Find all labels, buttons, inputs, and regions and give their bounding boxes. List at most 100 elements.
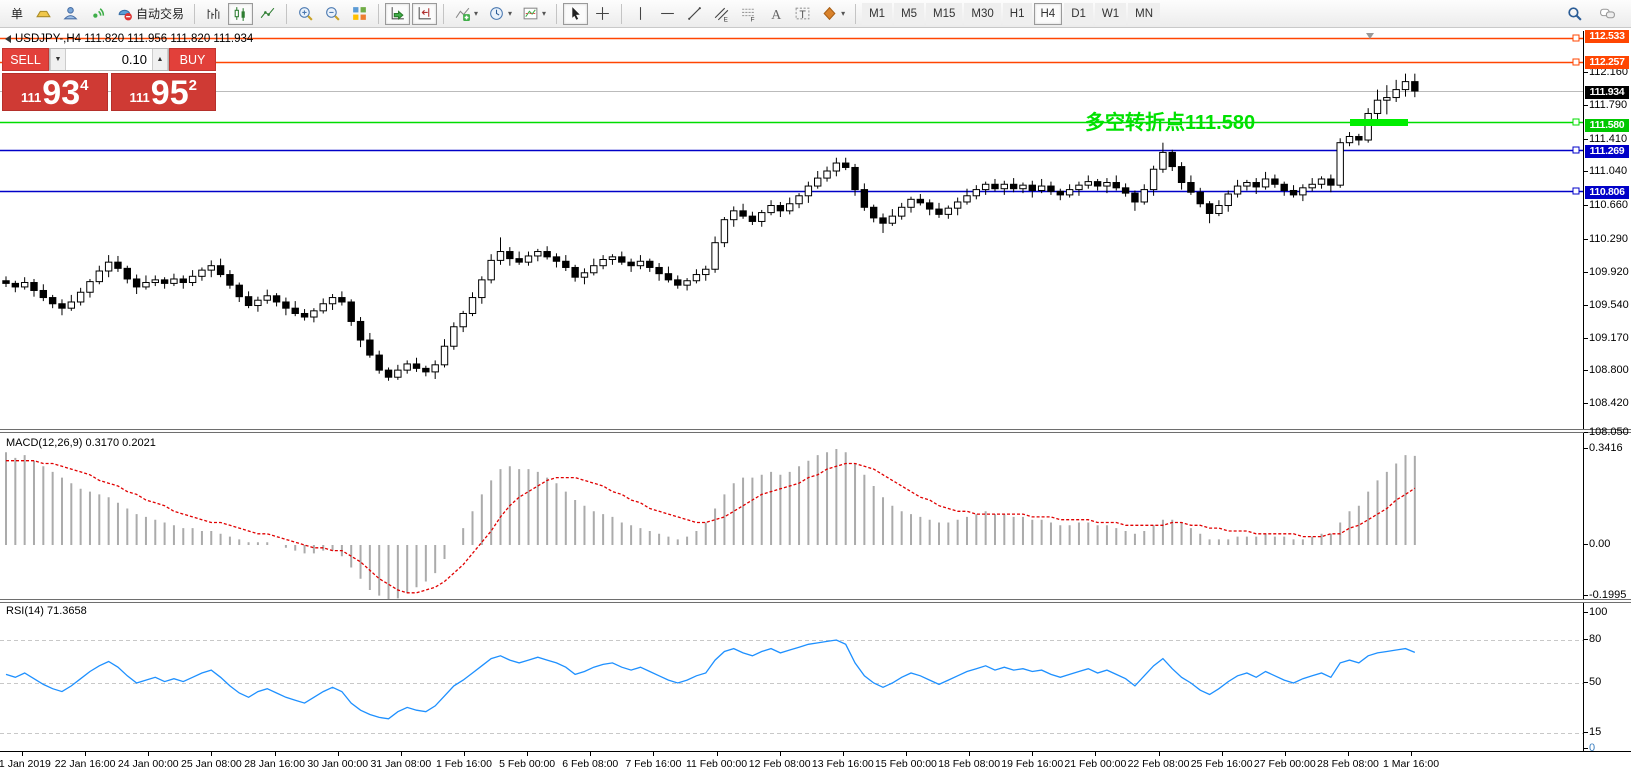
trendline-icon (688, 7, 701, 20)
time-axis-label: 27 Feb 00:00 (1253, 758, 1316, 770)
buy-price-big: 95 (150, 74, 189, 113)
chat-icon[interactable] (1595, 3, 1620, 25)
time-tick (1221, 752, 1223, 756)
autoscroll-icon[interactable] (385, 2, 411, 25)
price-line-badge: 111.934 (1585, 86, 1629, 99)
sell-button[interactable]: SELL (2, 48, 49, 71)
volume-increase-button[interactable]: ▲ (152, 49, 168, 70)
time-tick (527, 752, 529, 756)
line-chart-icon[interactable] (255, 3, 280, 25)
chart-shift-icon (418, 7, 431, 20)
svg-text:F: F (751, 16, 755, 22)
new-order-label[interactable]: 单 (5, 3, 29, 25)
gold-bar-icon[interactable] (31, 3, 56, 25)
signals-icon (93, 8, 105, 18)
timeframe-button-d1[interactable]: D1 (1064, 2, 1093, 25)
line-handle[interactable] (1572, 58, 1580, 66)
timeframe-button-m5[interactable]: M5 (894, 2, 925, 25)
cursor-icon[interactable] (563, 2, 589, 25)
macd-panel[interactable] (0, 433, 1584, 599)
channel-icon[interactable]: E (709, 3, 734, 25)
price-chart[interactable] (0, 31, 1584, 429)
sell-price-big: 93 (42, 74, 81, 113)
time-axis-label: 28 Jan 16:00 (244, 758, 305, 770)
line-handle[interactable] (1572, 34, 1580, 42)
line-handle[interactable] (1572, 187, 1580, 195)
time-axis-label: 21 Jan 2019 (0, 758, 51, 770)
timeframe-button-m15[interactable]: M15 (926, 2, 963, 25)
macd-signal-line (6, 460, 1416, 594)
toolbar-item-label: 自动交易 (136, 7, 185, 21)
volume-decrease-button[interactable]: ▼ (50, 49, 66, 70)
time-tick (211, 752, 213, 756)
time-tick (1347, 752, 1349, 756)
tile-windows-icon[interactable] (347, 3, 372, 25)
zoom-out-icon (326, 7, 340, 21)
pivot-line-segment[interactable] (1350, 118, 1408, 126)
hline-icon[interactable] (655, 3, 680, 25)
bars-chart-icon[interactable] (201, 3, 226, 25)
crosshair-icon[interactable] (590, 3, 615, 25)
axis-label: 110.290 (1584, 233, 1628, 245)
macd-histogram (5, 449, 1416, 599)
candles-chart-icon[interactable] (228, 2, 254, 25)
zoom-in-icon[interactable] (293, 3, 318, 25)
accounts-icon[interactable] (58, 3, 83, 25)
autoscroll-icon (391, 7, 404, 20)
time-tick (590, 752, 592, 756)
rsi-label: RSI(14) 71.3658 (6, 605, 87, 617)
svg-text:T: T (799, 9, 806, 21)
gold-bar-icon (36, 10, 51, 18)
arrows-icon (823, 6, 836, 21)
line-handle[interactable] (1572, 118, 1580, 126)
fibo-icon[interactable]: F (736, 3, 761, 25)
one-click-trading-panel[interactable]: SELL ▼ ▲ BUY 111 93 4 111 95 2 (2, 48, 216, 111)
buy-button[interactable]: BUY (169, 48, 216, 71)
svg-text:E: E (724, 16, 728, 22)
chevron-down-icon: ▾ (542, 8, 547, 18)
pivot-annotation[interactable]: 多空转折点111.580 (1085, 106, 1255, 135)
templates-icon[interactable]: ▾ (518, 3, 550, 25)
toolbar-separator (286, 3, 288, 24)
timeframe-button-mn[interactable]: MN (1128, 2, 1161, 25)
indicators-icon[interactable]: ▾ (450, 3, 482, 25)
line-handle[interactable] (1572, 146, 1580, 154)
buy-price-display[interactable]: 111 95 2 (110, 73, 216, 113)
timeframe-button-m1[interactable]: M1 (862, 2, 893, 25)
axis-label: -0.1995 (1583, 589, 1627, 601)
volume-stepper[interactable]: ▼ ▲ (49, 48, 169, 71)
time-axis[interactable]: 21 Jan 201922 Jan 16:0024 Jan 00:0025 Ja… (0, 751, 1631, 776)
toolbar-item-label: 单 (10, 7, 23, 21)
periods-icon[interactable]: ▾ (484, 3, 516, 25)
price-line-badge: 112.533 (1585, 30, 1629, 43)
zoom-out-icon[interactable] (320, 3, 345, 25)
chart-shift-icon[interactable] (412, 2, 438, 25)
arrows-icon[interactable]: ▾ (817, 3, 849, 25)
label-icon[interactable]: T (790, 3, 815, 25)
volume-input[interactable] (66, 49, 152, 70)
price-line-badge: 111.580 (1585, 119, 1629, 132)
autotrading-button[interactable]: 自动交易 (112, 3, 188, 25)
timeframe-button-h1[interactable]: H1 (1002, 2, 1032, 25)
timeframe-button-h4[interactable]: H4 (1033, 2, 1063, 25)
chevron-down-icon: ▾ (841, 8, 846, 18)
signals-icon[interactable] (85, 3, 110, 25)
time-axis-label: 1 Mar 16:00 (1383, 758, 1440, 770)
time-axis-label: 31 Jan 08:00 (370, 758, 432, 770)
rsi-panel[interactable] (0, 603, 1584, 751)
timeframe-button-m30[interactable]: M30 (964, 2, 1001, 25)
time-tick (274, 752, 276, 756)
timeframe-button-w1[interactable]: W1 (1094, 2, 1127, 25)
cursor-icon (572, 7, 580, 20)
time-tick (1284, 752, 1286, 756)
toolbar-separator (855, 3, 857, 24)
text-icon[interactable]: A (763, 3, 788, 25)
vline-icon[interactable] (628, 3, 653, 25)
search-icon[interactable] (1562, 3, 1587, 25)
trendline-icon[interactable] (682, 3, 707, 25)
line-chart-icon (260, 7, 275, 19)
chart-window[interactable]: USDJPY-,H4 111.820 111.956 111.820 111.9… (0, 28, 1631, 776)
sell-price-display[interactable]: 111 93 4 (2, 73, 108, 111)
time-axis-label: 11 Feb 00:00 (685, 758, 748, 770)
chart-shift-marker (1366, 33, 1374, 39)
